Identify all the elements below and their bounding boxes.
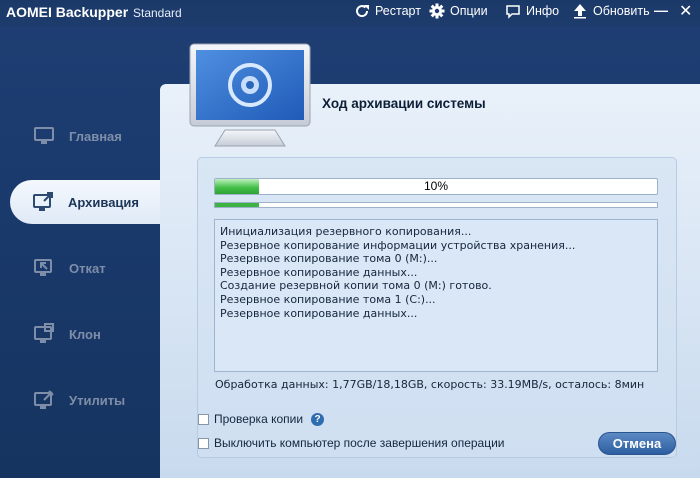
log-line: Инициализация резервного копирования... bbox=[220, 225, 472, 238]
title-bar: AOMEI Backupper Standard Рестарт Опции И… bbox=[0, 0, 700, 26]
info-label: Инфо bbox=[526, 4, 560, 18]
sidebar-item-clone[interactable]: Клон bbox=[0, 312, 158, 356]
restart-label: Рестарт bbox=[375, 4, 421, 18]
shutdown-option[interactable]: Выключить компьютер после завершения опе… bbox=[198, 436, 505, 450]
sidebar-item-label: Главная bbox=[69, 128, 122, 144]
options-label: Опции bbox=[450, 4, 488, 18]
verify-checkbox[interactable] bbox=[198, 413, 209, 425]
clone-icon bbox=[34, 323, 54, 343]
verify-backup-option[interactable]: Проверка копии ? bbox=[198, 412, 325, 426]
log-line: Резервное копирование информации устройс… bbox=[220, 238, 576, 252]
sidebar-item-utilities[interactable]: Утилиты bbox=[0, 378, 158, 422]
log-box: Инициализация резервного копирования... … bbox=[214, 219, 658, 372]
sidebar-item-backup[interactable]: Архивация bbox=[10, 180, 170, 224]
log-line: Резервное копирование тома 1 (C:)... bbox=[220, 292, 436, 306]
info-button[interactable]: Инфо bbox=[505, 3, 559, 19]
app-title: AOMEI Backupper bbox=[6, 4, 129, 20]
update-button[interactable]: Обновить bbox=[572, 3, 650, 19]
sidebar-item-label: Откат bbox=[69, 260, 106, 276]
upload-arrow-icon bbox=[574, 4, 586, 19]
overall-progress-bar: 10% bbox=[214, 178, 658, 195]
page-title: Ход архивации системы bbox=[322, 96, 486, 111]
progress-percent: 10% bbox=[423, 179, 449, 193]
status-text: Обработка данных: 1,77GB/18,18GB, скорос… bbox=[215, 378, 645, 391]
refresh-icon bbox=[356, 5, 369, 18]
sidebar-item-label: Клон bbox=[69, 326, 101, 342]
minimize-button[interactable]: — bbox=[654, 2, 668, 18]
options-button[interactable]: Опции bbox=[429, 3, 488, 19]
verify-label: Проверка копии bbox=[214, 412, 304, 426]
sidebar-item-restore[interactable]: Откат bbox=[0, 246, 158, 290]
chat-bubble-icon bbox=[506, 5, 520, 19]
sidebar-item-label: Архивация bbox=[68, 194, 139, 210]
help-icon[interactable]: ? bbox=[311, 412, 325, 426]
log-line: Резервное копирование данных... bbox=[220, 306, 418, 320]
sidebar-item-home[interactable]: Главная bbox=[0, 114, 158, 158]
utilities-icon bbox=[34, 390, 54, 409]
sidebar-item-label: Утилиты bbox=[69, 392, 126, 408]
secondary-progress-fill bbox=[215, 203, 260, 207]
restore-icon bbox=[34, 259, 52, 276]
backup-icon bbox=[33, 192, 53, 211]
shutdown-checkbox[interactable] bbox=[198, 437, 209, 449]
home-monitor-icon bbox=[34, 127, 54, 144]
secondary-progress-bar bbox=[214, 202, 658, 208]
update-label: Обновить bbox=[593, 4, 650, 18]
close-button[interactable]: ✕ bbox=[679, 1, 692, 21]
log-line: Резервное копирование данных... bbox=[220, 265, 418, 279]
cancel-button[interactable]: Отмена bbox=[598, 432, 676, 455]
restart-button[interactable]: Рестарт bbox=[354, 3, 421, 19]
log-line: Резервное копирование тома 0 (M:)... bbox=[220, 252, 438, 266]
shutdown-label: Выключить компьютер после завершения опе… bbox=[214, 436, 505, 450]
log-line: Создание резервной копии тома 0 (M:) гот… bbox=[220, 279, 492, 293]
backup-monitor-icon bbox=[189, 43, 311, 147]
app-edition: Standard bbox=[133, 6, 182, 20]
gear-icon bbox=[429, 3, 445, 19]
